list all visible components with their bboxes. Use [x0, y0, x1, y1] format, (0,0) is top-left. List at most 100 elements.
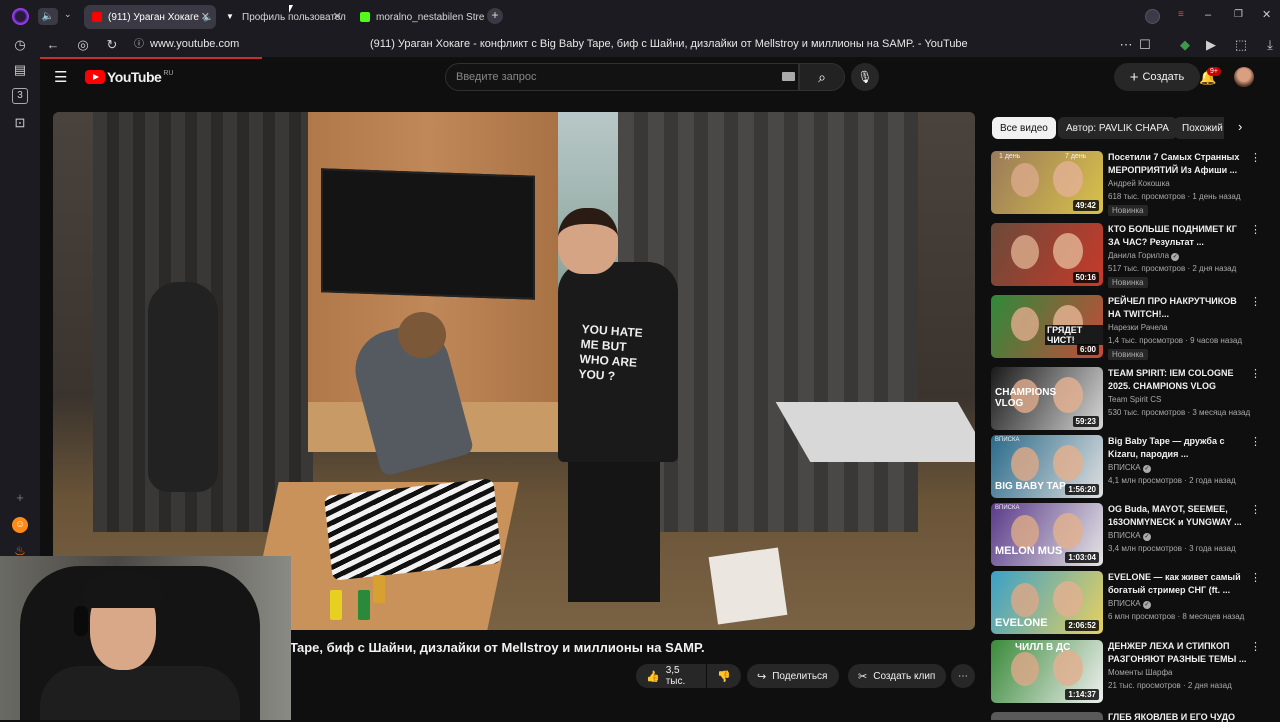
channel-name[interactable]: ВПИСКА ✓	[1108, 463, 1151, 473]
recommendation-title[interactable]: OG Buda, MAYOT, SEEMEE, 163ONMYNECK и YU…	[1108, 503, 1248, 529]
channel-name[interactable]: ВПИСКА ✓	[1108, 531, 1151, 541]
more-options-icon[interactable]: ⋮	[1250, 435, 1261, 448]
channel-name[interactable]: Team Spirit CS	[1108, 395, 1161, 404]
history-icon[interactable]: ◷	[12, 37, 28, 53]
more-options-icon[interactable]: ⋮	[1250, 503, 1261, 516]
more-options-icon[interactable]: ⋮	[1250, 223, 1261, 236]
thumbnail-text: 7 день	[1065, 153, 1087, 160]
recommendation-item[interactable]: ВПИСКА BIG BABY TAP 1:56:20 Big Baby Tape —…	[991, 435, 1271, 501]
more-options-icon[interactable]: ⋮	[1250, 295, 1261, 308]
search-input[interactable]: Введите запрос	[445, 63, 799, 91]
video-thumbnail[interactable]: CHAMPIONS VLOG 59:23	[991, 367, 1103, 430]
chips-next-icon[interactable]: ›	[1238, 119, 1242, 134]
video-thumbnail[interactable]: 50:16	[991, 223, 1103, 286]
close-tab-icon[interactable]: ✕	[201, 10, 210, 23]
recommendation-item[interactable]: ГРЯДЕТ ЧИСТ! 6:00 РЕЙЧЕЛ ПРО НАКРУТЧИКОВ Н…	[991, 295, 1271, 361]
tab-list-chevron-icon[interactable]: ⌄	[64, 9, 72, 20]
chip-related[interactable]: Похожий	[1174, 117, 1224, 139]
workspace-icon[interactable]: 3	[12, 88, 28, 104]
video-thumbnail[interactable]: ВПИСКА MELON MUS 1:03:04	[991, 503, 1103, 566]
share-label: Поделиться	[772, 670, 828, 682]
minimize-icon[interactable]: –	[1205, 9, 1211, 21]
browser-logo-icon[interactable]	[12, 8, 29, 25]
television	[321, 168, 535, 300]
recommendation-item[interactable]: 1 день 7 день 49:42 Посетили 7 Самых Странн…	[991, 151, 1271, 217]
video-thumbnail[interactable]: 1 день 7 день 49:42	[991, 151, 1103, 214]
recommendation-item[interactable]: EVELONE 2:06:52 EVELONE — как живет самый …	[991, 571, 1271, 637]
notification-flag-icon[interactable]: ≡	[1178, 9, 1184, 20]
dislike-button[interactable]: 👎	[707, 664, 741, 688]
channel-name[interactable]: Нарезки Рачела	[1108, 323, 1168, 332]
tab-kick-stream[interactable]: moralno_nestabilen Stream	[352, 5, 484, 29]
share-button[interactable]: ↪ Поделиться	[747, 664, 839, 688]
more-options-icon[interactable]: ⋮	[1250, 571, 1261, 584]
tab-profile[interactable]: ▼ Профиль пользовател ✕	[218, 5, 348, 29]
profile-avatar-icon[interactable]	[1145, 9, 1160, 24]
chip-author[interactable]: Автор: PAVLIK CHAPA	[1058, 117, 1177, 139]
view-stats: 6 млн просмотров · 8 месяцев назад	[1108, 612, 1245, 621]
tab-label: (911) Ураган Хокаге	[108, 11, 199, 23]
search-button[interactable]: ⌕	[799, 63, 845, 91]
recommendation-title[interactable]: ДЕНЖЕР ЛЕХА И СТИПКОП РАЗГОНЯЮТ РАЗНЫЕ Т…	[1108, 640, 1248, 666]
video-thumbnail[interactable]: ГРЯДЕТ ЧИСТ! 6:00	[991, 295, 1103, 358]
youtube-play-icon	[85, 70, 105, 84]
video-player[interactable]: YOU HATE ME BUT WHO ARE YOU ?	[53, 112, 975, 630]
reddit-app-icon[interactable]: ☺	[12, 517, 28, 533]
like-button[interactable]: 👍 3,5 тыс.	[636, 664, 706, 688]
restore-icon[interactable]: ❐	[1234, 9, 1243, 20]
new-tab-button[interactable]: +	[487, 8, 503, 24]
user-avatar[interactable]	[1234, 67, 1254, 87]
channel-name[interactable]: Данила Горилла ✓	[1108, 251, 1180, 261]
video-thumbnail[interactable]: ЧИЛЛ В ДС 1:14:37	[991, 640, 1103, 703]
screenshot-icon[interactable]: ⊡	[12, 115, 28, 131]
recommendation-item[interactable]: CHAMPIONS VLOG 59:23 TEAM SPIRIT: IEM COLO…	[991, 367, 1271, 433]
player-icon[interactable]: ▶	[1203, 37, 1219, 53]
more-options-icon[interactable]: ⋮	[1250, 151, 1261, 164]
site-info-icon[interactable]: ⓘ	[131, 37, 147, 53]
more-options-icon[interactable]: ⋮	[1250, 367, 1261, 380]
url-field[interactable]: www.youtube.com	[150, 38, 239, 50]
tab-youtube[interactable]: (911) Ураган Хокаге 🔈 ✕	[84, 5, 216, 29]
recommendation-title[interactable]: РЕЙЧЕЛ ПРО НАКРУТЧИКОВ НА TWITCH!...	[1108, 295, 1248, 321]
channel-name[interactable]: Андрей Кокошка	[1108, 179, 1170, 188]
download-icon[interactable]: ⤓	[1262, 37, 1278, 53]
kick-favicon-icon	[360, 12, 370, 22]
video-duration: 6:00	[1076, 344, 1099, 355]
extensions-icon[interactable]: ⬚	[1233, 37, 1249, 53]
youtube-logo[interactable]: YouTube RU	[85, 69, 173, 85]
close-window-icon[interactable]: ✕	[1262, 8, 1271, 21]
partial-recommendation-title[interactable]: ГЛЕБ ЯКОВЛЕВ И ЕГО ЧУДО	[1108, 712, 1235, 722]
voice-search-button[interactable]: 🎙	[851, 63, 879, 91]
thumbnail-text: ГРЯДЕТ ЧИСТ!	[1045, 325, 1103, 345]
vpn-icon[interactable]: ◆	[1177, 37, 1193, 53]
keyboard-icon[interactable]	[782, 72, 795, 81]
channel-name[interactable]: ВПИСКА ✓	[1108, 599, 1151, 609]
recommendation-item[interactable]: ЧИЛЛ В ДС 1:14:37 ДЕНЖЕР ЛЕХА И СТИПКОП РА…	[991, 640, 1271, 706]
more-actions-button[interactable]: ⋯	[951, 664, 975, 688]
shield-icon[interactable]: ◎	[75, 37, 91, 53]
recommendation-item[interactable]: 50:16 КТО БОЛЬШЕ ПОДНИМЕТ КГ ЗА ЧАС? Резу…	[991, 223, 1271, 289]
create-button[interactable]: + Создать	[1114, 63, 1200, 91]
recommendation-title[interactable]: КТО БОЛЬШЕ ПОДНИМЕТ КГ ЗА ЧАС? Результат…	[1108, 223, 1248, 249]
recommendation-title[interactable]: TEAM SPIRIT: IEM COLOGNE 2025. CHAMPIONS…	[1108, 367, 1248, 393]
video-thumbnail[interactable]: EVELONE 2:06:52	[991, 571, 1103, 634]
clip-button[interactable]: ✂ Создать клип	[848, 664, 946, 688]
more-options-icon[interactable]: ⋮	[1250, 640, 1261, 653]
verified-icon: ✓	[1171, 253, 1180, 261]
back-icon[interactable]: ←	[45, 37, 61, 53]
hamburger-menu-icon[interactable]: ☰	[54, 68, 67, 86]
recommendation-title[interactable]: EVELONE — как живет самый богатый стриме…	[1108, 571, 1248, 597]
close-tab-icon[interactable]: ✕	[333, 10, 342, 23]
recommendation-item[interactable]: ВПИСКА MELON MUS 1:03:04 OG Buda, MAYOT, SE…	[991, 503, 1271, 569]
reload-icon[interactable]: ↻	[104, 37, 120, 53]
video-thumbnail[interactable]: ВПИСКА BIG BABY TAP 1:56:20	[991, 435, 1103, 498]
bookmark-icon[interactable]: ☐	[1137, 37, 1153, 53]
recommendation-title[interactable]: Посетили 7 Самых Странных МЕРОПРИЯТИЙ Из…	[1108, 151, 1248, 177]
more-options-icon[interactable]: ⋯	[1118, 37, 1134, 53]
recommendation-title[interactable]: Big Baby Tape — дружба с Kizaru, пародия…	[1108, 435, 1248, 461]
speaker-icon[interactable]: 🔈	[38, 8, 58, 25]
add-panel-icon[interactable]: +	[12, 490, 28, 506]
chip-all-videos[interactable]: Все видео	[992, 117, 1056, 139]
channel-name[interactable]: Моменты Шарфа	[1108, 668, 1172, 677]
tabs-icon[interactable]: ▤	[12, 62, 28, 78]
